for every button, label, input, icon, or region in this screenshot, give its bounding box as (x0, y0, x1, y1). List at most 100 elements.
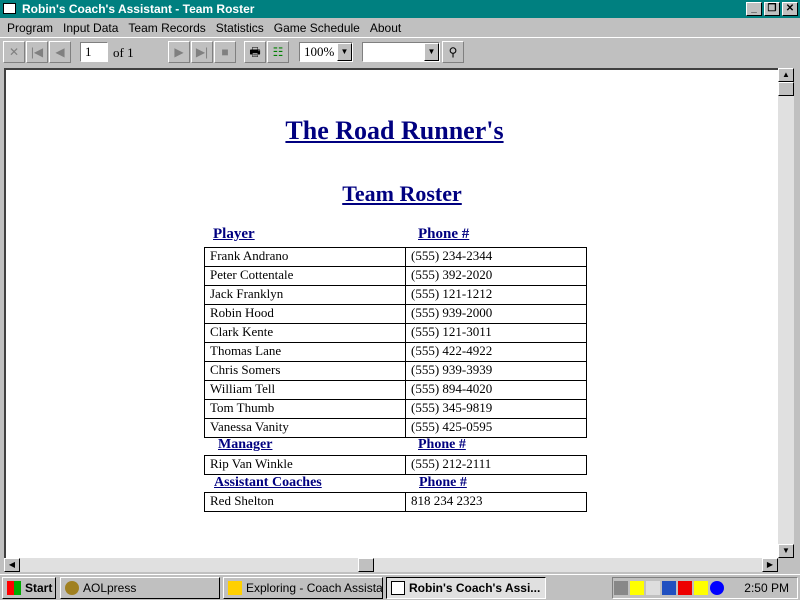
player-phone: (555) 345-9819 (405, 399, 587, 419)
page-count: of 1 (113, 45, 134, 60)
title-bar: Robin's Coach's Assistant - Team Roster … (0, 0, 800, 18)
player-phone: (555) 392-2020 (405, 266, 587, 286)
taskbar: Start AOLpress Exploring - Coach Assista… (0, 574, 800, 600)
volume-icon[interactable] (630, 581, 644, 595)
scroll-up-icon[interactable]: ▲ (778, 68, 794, 82)
app-icon (391, 581, 405, 595)
player-phone: (555) 939-3939 (405, 361, 587, 381)
task-robins-coach[interactable]: Robin's Coach's Assi... (386, 577, 546, 599)
horizontal-scrollbar[interactable]: ◀ ▶ (4, 558, 778, 572)
player-name: Peter Cottentale (204, 266, 406, 286)
manager-phone: (555) 212-2111 (405, 455, 587, 475)
scroll-thumb[interactable] (778, 82, 794, 96)
restore-button[interactable]: ❐ (764, 2, 780, 16)
windows-logo-icon (7, 581, 21, 595)
page-number-input[interactable]: 1 (80, 42, 108, 62)
network-icon[interactable] (614, 581, 628, 595)
table-row: Chris Somers (555) 939-3939 (204, 361, 587, 381)
table-row: Clark Kente (555) 121-3011 (204, 323, 587, 343)
player-phone: (555) 425-0595 (405, 418, 587, 438)
player-header: Player (213, 226, 255, 242)
coach-row: Red Shelton 818 234 2323 (204, 492, 587, 512)
report-page: The Road Runner's Team Roster Player Pho… (4, 68, 778, 558)
report-title: The Road Runner's (285, 116, 504, 145)
menu-statistics[interactable]: Statistics (211, 18, 269, 37)
table-row: Robin Hood (555) 939-2000 (204, 304, 587, 324)
window-title: Robin's Coach's Assistant - Team Roster (22, 2, 255, 16)
player-name: Vanessa Vanity (204, 418, 406, 438)
clock[interactable]: 2:50 PM (744, 578, 789, 598)
table-row: Frank Andrano (555) 234-2344 (204, 247, 587, 267)
start-button[interactable]: Start (2, 577, 56, 599)
player-phone: (555) 121-3011 (405, 323, 587, 343)
chevron-down-icon[interactable]: ▼ (424, 43, 439, 61)
scroll-thumb[interactable] (358, 558, 374, 572)
norton-icon[interactable] (662, 581, 676, 595)
close-report-icon[interactable]: ✕ (3, 41, 25, 63)
aolpress-icon (65, 581, 79, 595)
table-row: Thomas Lane (555) 422-4922 (204, 342, 587, 362)
info-icon[interactable] (710, 581, 724, 595)
group-tree-icon[interactable]: ☷ (267, 41, 289, 63)
scroll-down-icon[interactable]: ▼ (778, 544, 794, 558)
menu-input-data[interactable]: Input Data (58, 18, 123, 37)
stop-icon[interactable]: ■ (214, 41, 236, 63)
task-label: AOLpress (83, 581, 137, 595)
menu-game-schedule[interactable]: Game Schedule (269, 18, 365, 37)
report-subtitle: Team Roster (342, 181, 462, 206)
task-label: Exploring - Coach Assistan... (246, 581, 383, 595)
player-name: William Tell (204, 380, 406, 400)
phone-header: Phone # (418, 226, 470, 242)
system-tray: 2:50 PM (612, 577, 798, 599)
player-phone: (555) 894-4020 (405, 380, 587, 400)
menu-about[interactable]: About (365, 18, 406, 37)
table-row: Tom Thumb (555) 345-9819 (204, 399, 587, 419)
player-name: Robin Hood (204, 304, 406, 324)
last-page-icon[interactable]: ▶| (191, 41, 213, 63)
clipboard-icon[interactable] (694, 581, 708, 595)
table-row: Jack Franklyn (555) 121-1212 (204, 285, 587, 305)
player-name: Tom Thumb (204, 399, 406, 419)
manager-row: Rip Van Winkle (555) 212-2111 (204, 455, 587, 475)
coach-name: Red Shelton (204, 492, 406, 512)
ati-icon[interactable] (678, 581, 692, 595)
minimize-button[interactable]: _ (746, 2, 762, 16)
binoculars-search-icon[interactable]: ⚲ (442, 41, 464, 63)
player-name: Clark Kente (204, 323, 406, 343)
vertical-scrollbar[interactable]: ▲ ▼ (778, 68, 794, 558)
app-icon (3, 3, 16, 14)
scroll-right-icon[interactable]: ▶ (762, 558, 778, 572)
menu-team-records[interactable]: Team Records (123, 18, 210, 37)
task-exploring[interactable]: Exploring - Coach Assistan... (223, 577, 383, 599)
first-page-icon[interactable]: |◀ (26, 41, 48, 63)
next-page-icon[interactable]: ▶ (168, 41, 190, 63)
start-label: Start (25, 581, 53, 595)
prev-page-icon[interactable]: ◀ (49, 41, 71, 63)
coaches-header: Assistant Coaches (214, 475, 322, 490)
zoom-select[interactable]: 100% ▼ (299, 42, 353, 62)
task-aolpress[interactable]: AOLpress (60, 577, 220, 599)
coach-phone: 818 234 2323 (405, 492, 587, 512)
mouse-icon[interactable] (646, 581, 660, 595)
player-name: Frank Andrano (204, 247, 406, 267)
table-row: William Tell (555) 894-4020 (204, 380, 587, 400)
manager-name: Rip Van Winkle (204, 455, 406, 475)
task-label: Robin's Coach's Assi... (409, 581, 541, 595)
scroll-left-icon[interactable]: ◀ (4, 558, 20, 572)
player-phone: (555) 939-2000 (405, 304, 587, 324)
menu-program[interactable]: Program (2, 18, 58, 37)
coaches-phone-header: Phone # (419, 475, 467, 490)
close-button[interactable]: ✕ (782, 2, 798, 16)
manager-phone-header: Phone # (418, 437, 466, 452)
menu-bar: Program Input Data Team Records Statisti… (0, 18, 800, 38)
player-name: Thomas Lane (204, 342, 406, 362)
manager-header: Manager (218, 437, 273, 452)
toolbar: ✕ |◀ ◀ 1 of 1 ▶ ▶| ■ 🖶 ☷ 100% ▼ ▼ ⚲ (0, 39, 800, 67)
search-input[interactable]: ▼ (362, 42, 440, 62)
chevron-down-icon[interactable]: ▼ (337, 43, 352, 61)
player-name: Chris Somers (204, 361, 406, 381)
table-row: Peter Cottentale (555) 392-2020 (204, 266, 587, 286)
player-phone: (555) 234-2344 (405, 247, 587, 267)
explorer-icon (228, 581, 242, 595)
print-icon[interactable]: 🖶 (244, 41, 266, 63)
